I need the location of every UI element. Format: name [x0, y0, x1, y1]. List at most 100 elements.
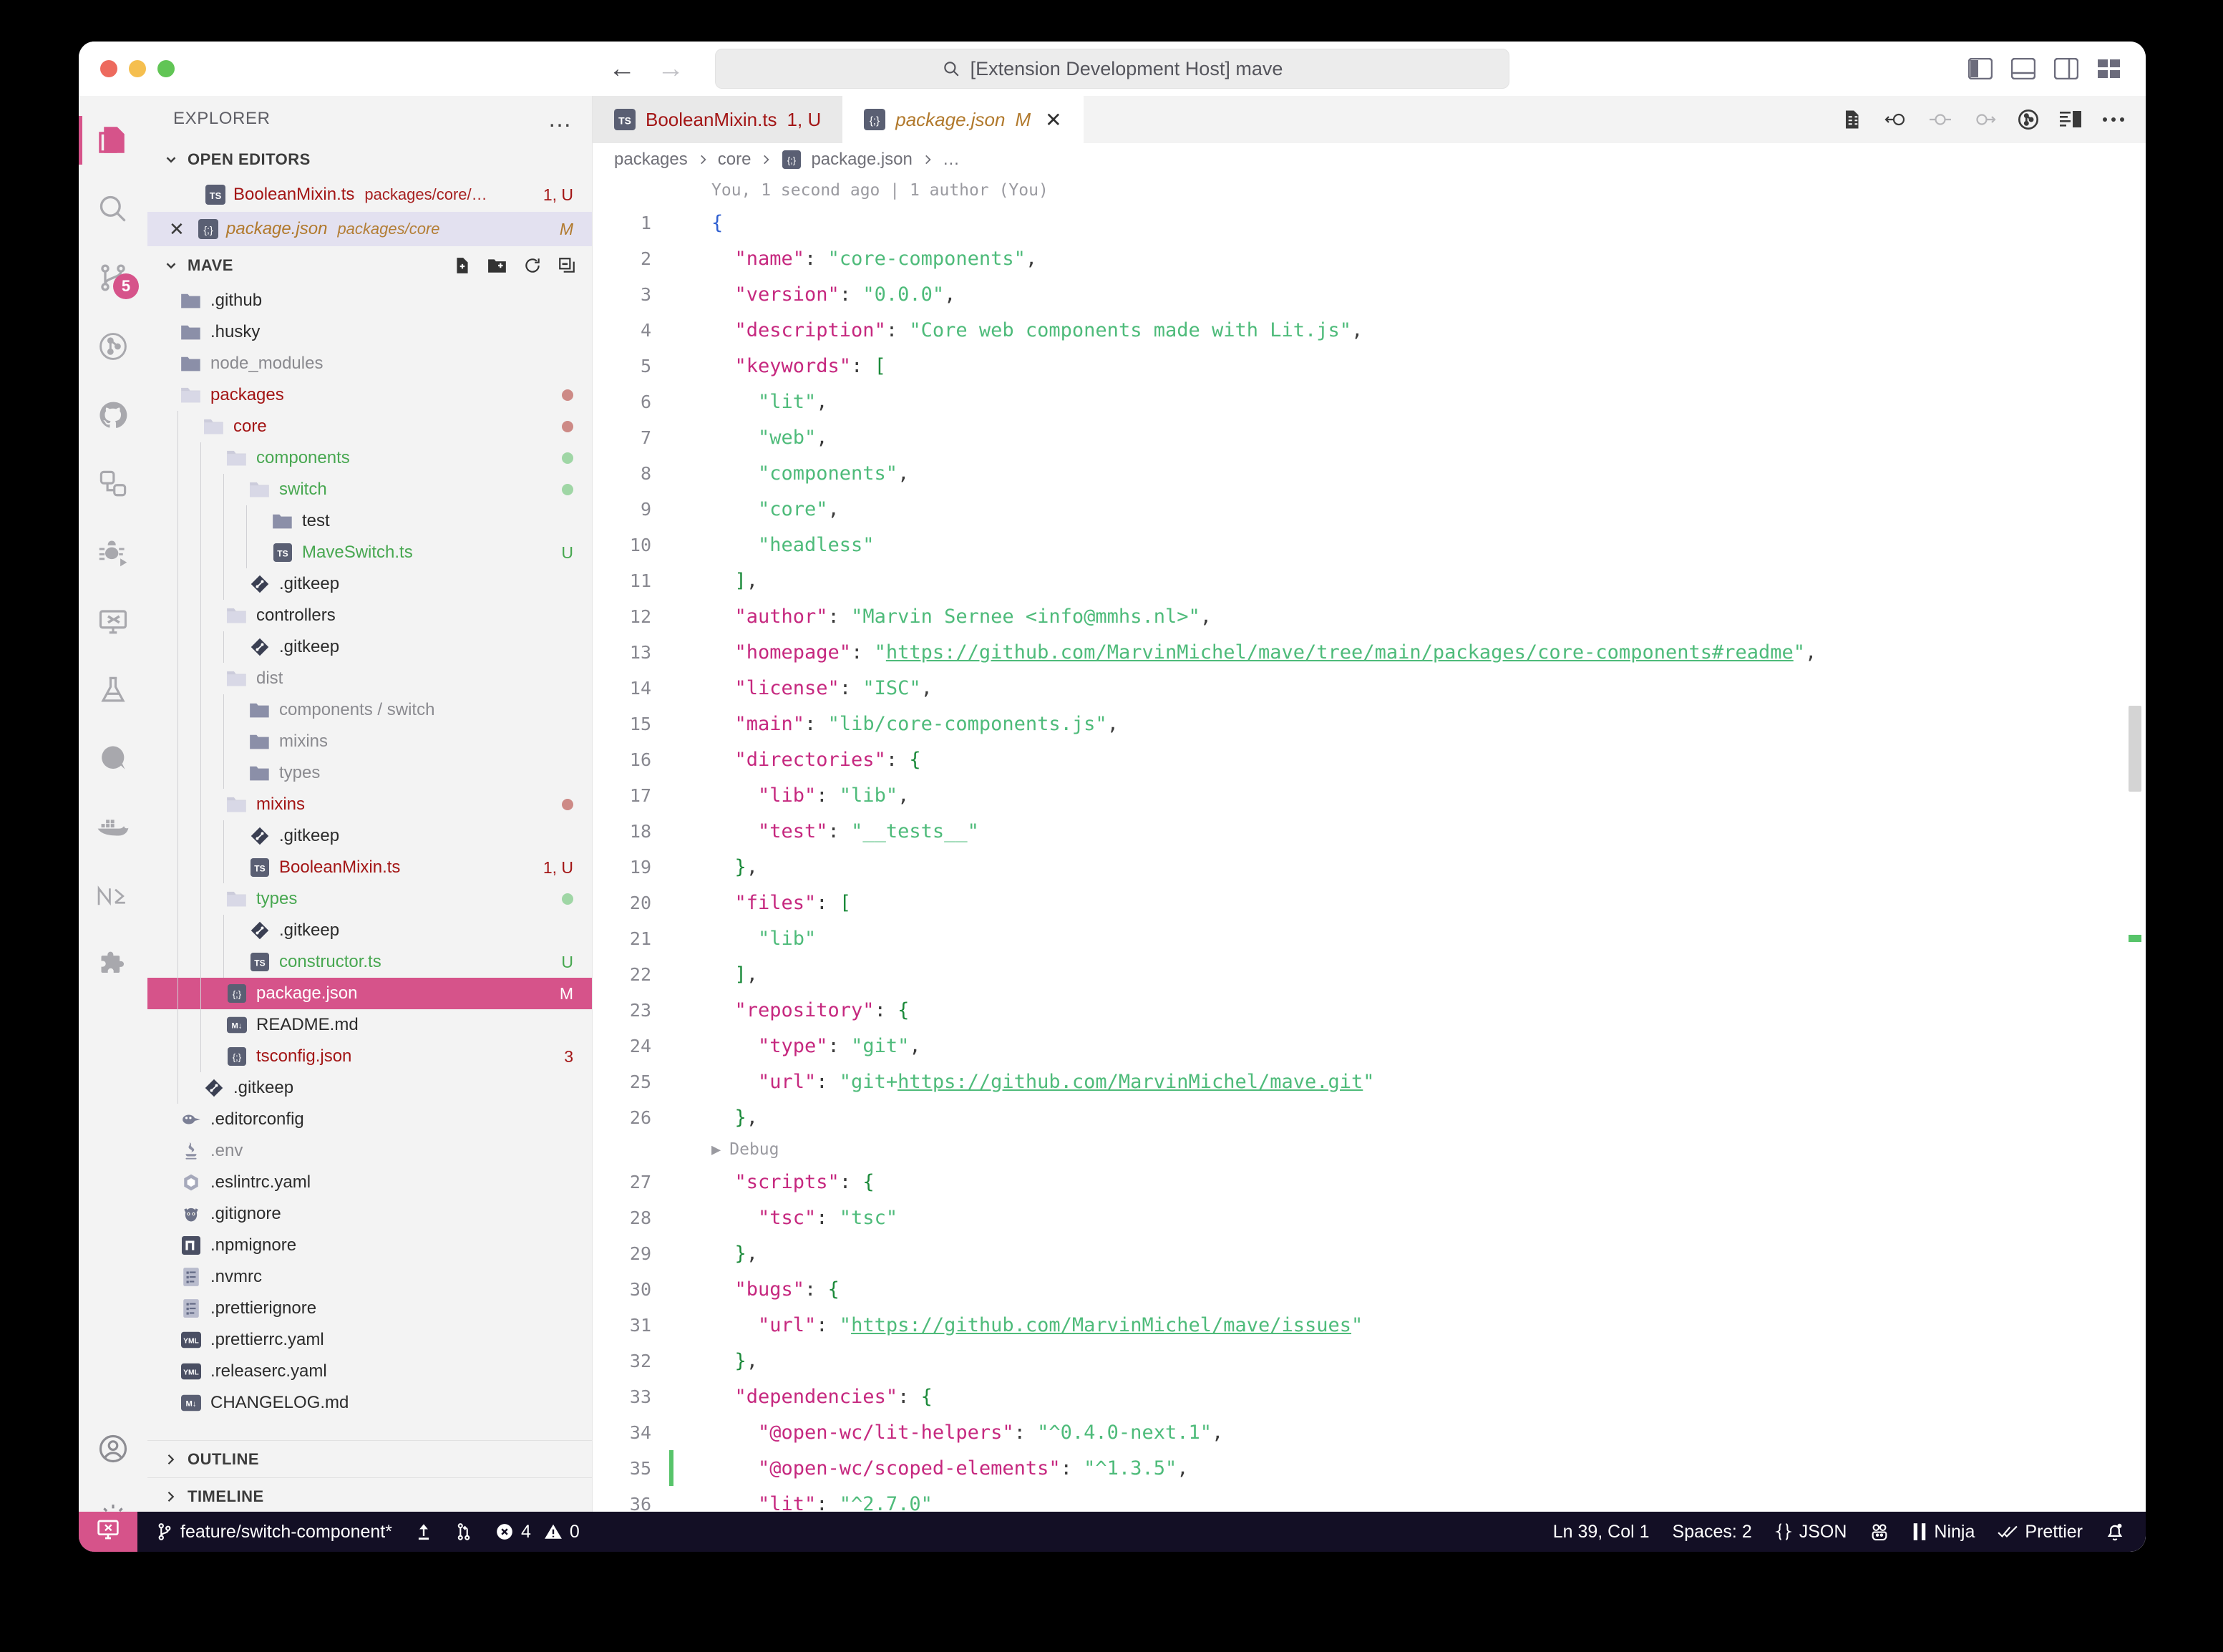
code-line[interactable]: 20 "files": [: [593, 885, 2146, 920]
new-folder-icon[interactable]: [487, 256, 507, 275]
timeline-icon[interactable]: [2017, 108, 2040, 131]
code-line[interactable]: 32},: [593, 1343, 2146, 1379]
status-indentation[interactable]: Spaces: 2: [1661, 1512, 1764, 1552]
code-line[interactable]: 30 "bugs": {: [593, 1271, 2146, 1307]
code-line[interactable]: 34 "@open-wc/lit-helpers": "^0.4.0-next.1…: [593, 1414, 2146, 1450]
code-line[interactable]: 1{: [593, 205, 2146, 240]
tree-row[interactable]: switch: [147, 474, 592, 505]
tree-row[interactable]: node_modules: [147, 348, 592, 379]
tree-row[interactable]: .nvmrc: [147, 1261, 592, 1293]
close-icon[interactable]: ✕: [1045, 108, 1061, 132]
breadcrumb-item-core[interactable]: core: [718, 150, 751, 170]
code-line[interactable]: 25 "url": "git+https://github.com/MarvinM…: [593, 1064, 2146, 1099]
tree-row[interactable]: .gitkeep: [147, 915, 592, 946]
code-line[interactable]: 14 "license": "ISC",: [593, 670, 2146, 706]
code-line[interactable]: 21 "lib": [593, 920, 2146, 956]
tree-row[interactable]: M↓ README.md: [147, 1009, 592, 1041]
tree-row[interactable]: core: [147, 411, 592, 442]
toggle-panel-icon[interactable]: [2011, 58, 2035, 79]
collapse-all-icon[interactable]: [558, 256, 576, 275]
code-line[interactable]: 35 "@open-wc/scoped-elements": "^1.3.5",: [593, 1450, 2146, 1486]
status-problems[interactable]: 4 0: [484, 1512, 591, 1552]
code-line[interactable]: 13 "homepage": "https://github.com/Marvin…: [593, 634, 2146, 670]
more-actions-icon[interactable]: [2101, 115, 2126, 124]
code-line[interactable]: 22],: [593, 956, 2146, 992]
go-previous-change-icon[interactable]: [1928, 110, 1952, 130]
maximize-window-button[interactable]: [157, 60, 175, 77]
tree-row[interactable]: YML .releaserc.yaml: [147, 1356, 592, 1387]
remote-indicator-button[interactable]: [79, 1512, 137, 1552]
activity-nx-console[interactable]: [79, 862, 147, 931]
code-line[interactable]: 23 "repository": {: [593, 992, 2146, 1028]
activity-remote-explorer[interactable]: [79, 587, 147, 656]
status-pull-requests[interactable]: [444, 1512, 484, 1552]
tree-row[interactable]: .husky: [147, 316, 592, 348]
close-icon[interactable]: ✕: [169, 218, 190, 240]
tree-row[interactable]: {;} tsconfig.json 3: [147, 1041, 592, 1072]
tree-row[interactable]: .gitignore: [147, 1198, 592, 1230]
open-editors-header[interactable]: OPEN EDITORS: [147, 142, 592, 178]
status-ninja[interactable]: Ninja: [1901, 1512, 1986, 1552]
code-line[interactable]: 8 "components",: [593, 455, 2146, 491]
tree-row[interactable]: .gitkeep: [147, 568, 592, 600]
new-file-icon[interactable]: [453, 256, 472, 275]
go-back-icon[interactable]: [1884, 110, 1908, 130]
code-line[interactable]: 7 "web",: [593, 419, 2146, 455]
open-editor-row[interactable]: TS BooleanMixin.ts packages/core/… 1, U: [147, 178, 592, 212]
activity-accounts[interactable]: [79, 1414, 147, 1483]
tree-row[interactable]: test: [147, 505, 592, 537]
activity-search[interactable]: [79, 175, 147, 243]
code-line[interactable]: 27 "scripts": {: [593, 1164, 2146, 1200]
code-line[interactable]: 4 "description": "Core web components mad…: [593, 312, 2146, 348]
debug-codelens[interactable]: ▶ Debug: [593, 1135, 2146, 1164]
forward-arrow-icon[interactable]: →: [657, 55, 684, 82]
tree-row[interactable]: TS constructor.ts U: [147, 946, 592, 978]
code-editor[interactable]: You, 1 second ago | 1 author (You) 1{2 "n…: [593, 176, 2146, 1552]
status-branch[interactable]: feature/switch-component*: [145, 1512, 404, 1552]
tree-row[interactable]: {;} package.json M: [147, 978, 592, 1009]
tree-row[interactable]: packages: [147, 379, 592, 411]
breadcrumb-item-more[interactable]: …: [943, 150, 960, 170]
tree-row[interactable]: .gitkeep: [147, 1072, 592, 1104]
tree-row[interactable]: components: [147, 442, 592, 474]
code-line[interactable]: 3 "version": "0.0.0",: [593, 276, 2146, 312]
tree-row[interactable]: dist: [147, 663, 592, 694]
tree-row[interactable]: .gitkeep: [147, 820, 592, 852]
customize-layout-icon[interactable]: [2097, 58, 2121, 79]
git-blame-codelens[interactable]: You, 1 second ago | 1 author (You): [593, 176, 2146, 205]
tree-row[interactable]: controllers: [147, 600, 592, 631]
code-line[interactable]: 29},: [593, 1235, 2146, 1271]
code-line[interactable]: 10 "headless": [593, 527, 2146, 563]
breadcrumb-item-packages[interactable]: packages: [614, 150, 688, 170]
code-line[interactable]: 24 "type": "git",: [593, 1028, 2146, 1064]
code-line[interactable]: 26},: [593, 1099, 2146, 1135]
code-line[interactable]: 2 "name": "core-components",: [593, 240, 2146, 276]
tree-row[interactable]: .env: [147, 1135, 592, 1167]
activity-source-control[interactable]: 5: [79, 243, 147, 312]
tree-row[interactable]: YML .prettierrc.yaml: [147, 1324, 592, 1356]
activity-quokka[interactable]: [79, 724, 147, 793]
activity-github[interactable]: [79, 381, 147, 450]
tree-row[interactable]: .npmignore: [147, 1230, 592, 1261]
tree-row[interactable]: .github: [147, 285, 592, 316]
tree-row[interactable]: .eslintrc.yaml: [147, 1167, 592, 1198]
activity-explorer[interactable]: [79, 106, 147, 175]
editor-scrollbar[interactable]: [2129, 706, 2141, 792]
code-link[interactable]: https://github.com/MarvinMichel/mave/iss…: [851, 1314, 1351, 1336]
breadcrumb-item-package-json[interactable]: package.json: [811, 150, 912, 170]
go-next-change-icon[interactable]: [1973, 110, 1997, 130]
status-prettier[interactable]: Prettier: [1986, 1512, 2094, 1552]
tab-booleanmixin[interactable]: TS BooleanMixin.ts 1, U: [593, 96, 843, 143]
workspace-header[interactable]: MAVE: [147, 246, 592, 285]
code-line[interactable]: 9 "core",: [593, 491, 2146, 527]
timeline-panel-header[interactable]: TIMELINE: [147, 1477, 592, 1515]
status-language-mode[interactable]: JSON: [1764, 1512, 1859, 1552]
activity-run-and-debug[interactable]: [79, 518, 147, 587]
tree-row[interactable]: types: [147, 883, 592, 915]
tree-row[interactable]: TS MaveSwitch.ts U: [147, 537, 592, 568]
code-line[interactable]: 11],: [593, 563, 2146, 598]
toggle-secondary-sidebar-icon[interactable]: [2054, 58, 2078, 79]
status-cursor-position[interactable]: Ln 39, Col 1: [1542, 1512, 1661, 1552]
status-quokka[interactable]: [1858, 1512, 1901, 1552]
code-line[interactable]: 17 "lib": "lib",: [593, 777, 2146, 813]
